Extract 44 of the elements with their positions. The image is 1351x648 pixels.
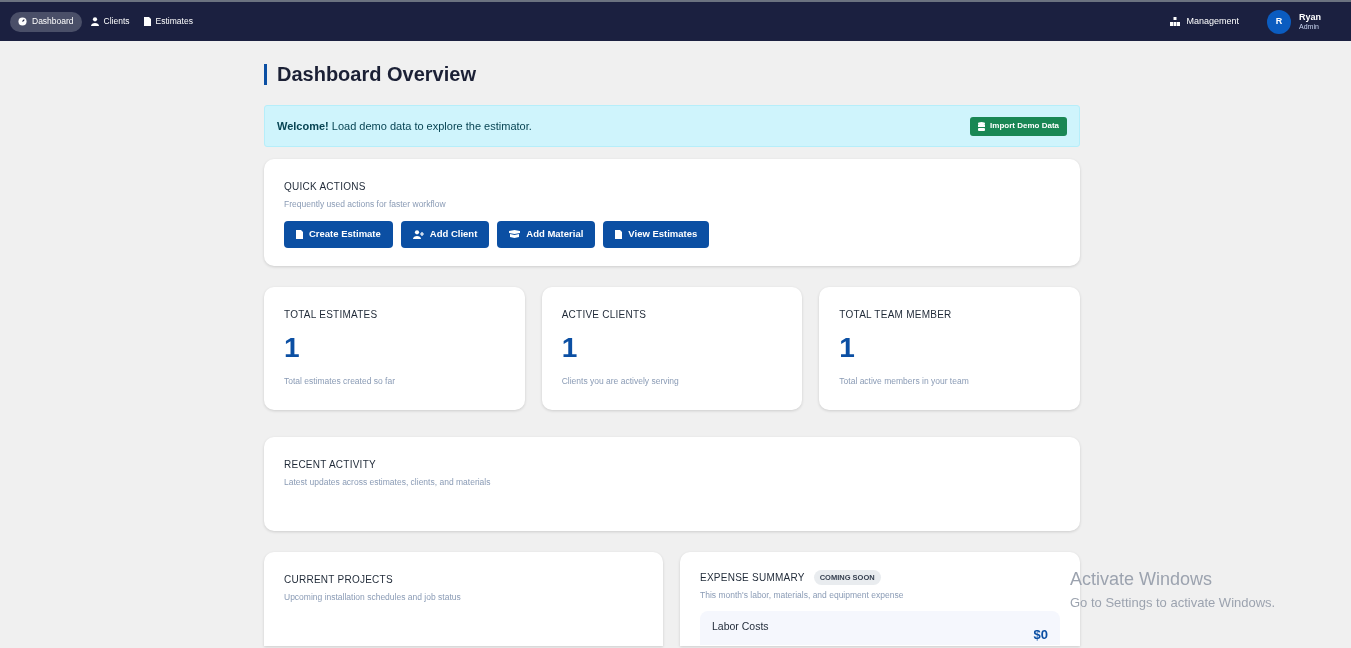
nav-tab[interactable]: Dashboard bbox=[10, 11, 82, 32]
stat-caption: Clients you are actively serving bbox=[561, 375, 680, 388]
quick-action-button[interactable]: Create Estimate bbox=[284, 220, 393, 248]
activation-notice-text: Go to Settings to activate Windows. bbox=[1070, 594, 1276, 612]
nav-tab[interactable]: Estimates bbox=[138, 11, 198, 32]
card-subtitle: This month's labor, materials, and equipment expense bbox=[700, 589, 905, 602]
management-link[interactable]: Management bbox=[1162, 14, 1247, 29]
page-title: Dashboard Overview bbox=[277, 62, 476, 87]
stat-caption: Total estimates created so far bbox=[284, 375, 397, 388]
quick-action-button[interactable]: Add Client bbox=[400, 220, 490, 248]
org-chart-icon bbox=[1170, 17, 1181, 26]
database-icon bbox=[978, 121, 986, 131]
stat-title: TOTAL TEAM MEMBER bbox=[839, 308, 953, 322]
stat-caption: Total active members in your team bbox=[839, 375, 970, 388]
nav-tab[interactable]: Clients bbox=[85, 11, 135, 32]
box-icon bbox=[509, 230, 521, 239]
card-title: CURRENT PROJECTS bbox=[284, 573, 394, 587]
card-subtitle: Latest updates across estimates, clients, and materials bbox=[284, 476, 492, 489]
stat-value: 1 bbox=[561, 334, 579, 362]
stat-title: ACTIVE CLIENTS bbox=[561, 308, 648, 322]
import-demo-data-button[interactable]: Import Demo Data bbox=[970, 116, 1067, 136]
stat-value: 1 bbox=[839, 334, 856, 362]
title-accent-bar bbox=[264, 63, 267, 85]
card-title: QUICK ACTIONS bbox=[284, 180, 367, 194]
user-avatar[interactable]: R bbox=[1267, 9, 1291, 34]
document-icon bbox=[143, 17, 151, 26]
add-user-icon bbox=[412, 229, 424, 239]
quick-action-button[interactable]: Add Material bbox=[497, 220, 596, 248]
expense-amount: $0 bbox=[1033, 625, 1048, 644]
activation-notice-title: Activate Windows bbox=[1070, 568, 1214, 591]
card-title: RECENT ACTIVITY bbox=[284, 458, 377, 472]
card-subtitle: Upcoming installation schedules and job status bbox=[284, 591, 462, 604]
stat-title: TOTAL ESTIMATES bbox=[284, 308, 379, 322]
card-title: EXPENSE SUMMARY bbox=[700, 571, 805, 586]
stat-value: 1 bbox=[284, 334, 301, 362]
welcome-message: Welcome! Load demo data to explore the estimator. bbox=[277, 118, 532, 134]
user-name: Ryan bbox=[1299, 11, 1321, 23]
gauge-icon bbox=[18, 17, 27, 26]
document-icon bbox=[615, 229, 623, 239]
user-icon bbox=[90, 17, 99, 26]
document-icon bbox=[296, 229, 303, 239]
expense-label: Labor Costs bbox=[712, 619, 769, 634]
quick-action-button[interactable]: View Estimates bbox=[603, 220, 710, 248]
card-subtitle: Frequently used actions for faster workflow bbox=[284, 198, 447, 211]
